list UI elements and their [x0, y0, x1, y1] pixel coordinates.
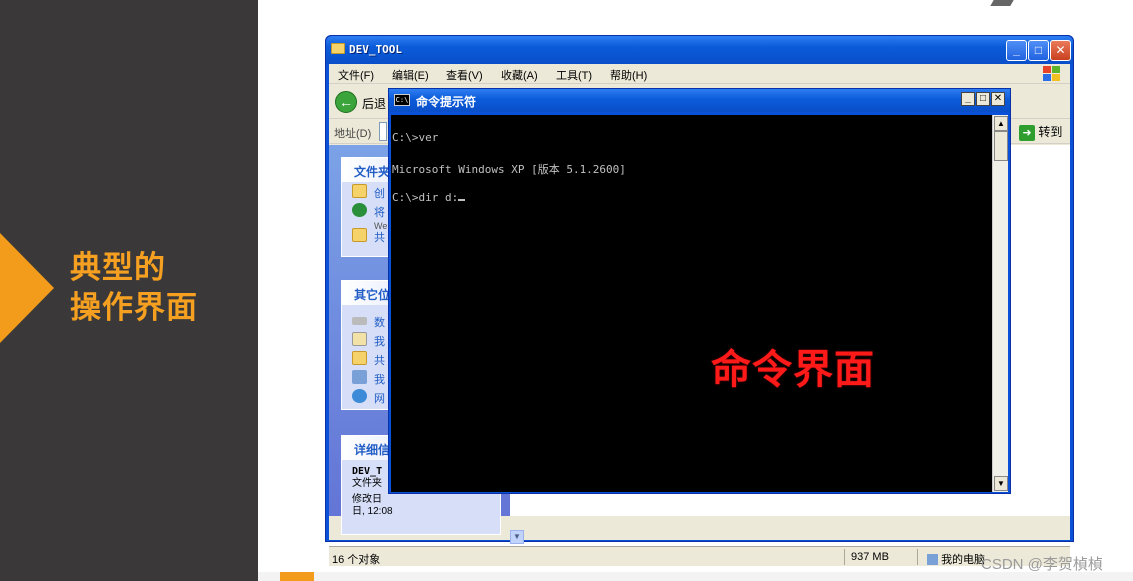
computer-icon — [352, 370, 367, 384]
scroll-down-icon[interactable]: ▼ — [510, 530, 524, 544]
scroll-up-icon[interactable]: ▲ — [994, 116, 1008, 131]
cmd-window: C:\ 命令提示符 _ □ ✕ C:\>ver Microsoft Window… — [388, 88, 1011, 494]
scroll-thumb[interactable] — [994, 131, 1008, 161]
go-button[interactable]: ➜ 转到 — [1019, 123, 1069, 141]
menu-edit[interactable]: 编辑(E) — [392, 67, 429, 83]
cmd-cursor — [458, 199, 466, 201]
globe-icon — [352, 203, 367, 217]
go-arrow-icon: ➜ — [1019, 124, 1035, 141]
share-folder-icon — [352, 228, 367, 242]
menu-tools[interactable]: 工具(T) — [556, 67, 592, 83]
cmd-scrollbar[interactable]: ▲ ▼ — [992, 115, 1008, 492]
scroll-down-icon[interactable]: ▼ — [994, 476, 1008, 491]
my-computer-icon — [927, 554, 938, 565]
back-arrow-icon[interactable]: ← — [335, 91, 357, 113]
address-input[interactable] — [379, 122, 387, 141]
drive-icon — [352, 317, 367, 325]
cmd-icon: C:\ — [394, 94, 410, 106]
menu-view[interactable]: 查看(V) — [446, 67, 483, 83]
shared-folder-icon — [352, 351, 367, 365]
slide-title: 典型的 操作界面 — [70, 248, 198, 328]
status-location: 我的电脑 — [927, 551, 985, 567]
explorer-title-bar[interactable]: DEV_TOOL _ □ ✕ — [326, 36, 1073, 64]
maximize-button[interactable]: □ — [1028, 40, 1049, 61]
logo-fragment — [990, 0, 1130, 10]
bottom-orange-marker — [280, 572, 314, 581]
cmd-title: 命令提示符 — [416, 95, 477, 109]
cmd-maximize-button[interactable]: □ — [976, 92, 990, 106]
cmd-close-button[interactable]: ✕ — [991, 92, 1005, 106]
menu-help[interactable]: 帮助(H) — [610, 67, 647, 83]
minimize-button[interactable]: _ — [1006, 40, 1027, 61]
cmd-prompt-line: C:\>dir d: — [392, 191, 466, 204]
documents-icon — [352, 332, 367, 346]
menu-file[interactable]: 文件(F) — [338, 67, 374, 83]
back-button-label[interactable]: 后退 — [362, 95, 386, 112]
cmd-console[interactable]: C:\>ver Microsoft Windows XP [版本 5.1.260… — [391, 115, 992, 492]
new-folder-icon — [352, 184, 367, 198]
menu-bar: 文件(F) 编辑(E) 查看(V) 收藏(A) 工具(T) 帮助(H) — [329, 64, 1070, 84]
cmd-minimize-button[interactable]: _ — [961, 92, 975, 106]
cmd-title-bar[interactable]: C:\ 命令提示符 _ □ ✕ — [389, 89, 1010, 112]
folder-icon — [331, 43, 345, 54]
slide-title-line2: 操作界面 — [70, 290, 198, 326]
csdn-watermark: CSDN @李贺楨楨 — [981, 556, 1103, 573]
address-label: 地址(D) — [334, 128, 372, 140]
status-size: 937 MB — [851, 551, 889, 563]
menu-favorites[interactable]: 收藏(A) — [501, 67, 538, 83]
explorer-title: DEV_TOOL — [349, 43, 402, 56]
cmd-line: C:\>ver — [392, 131, 439, 144]
close-button[interactable]: ✕ — [1050, 40, 1071, 61]
slide-left-panel: 典型的 操作界面 — [0, 0, 258, 581]
network-icon — [352, 389, 367, 403]
status-bar: 16 个对象 937 MB 我的电脑 — [329, 546, 1070, 566]
details-date: 日, 12:08 — [352, 506, 393, 517]
cmd-line: Microsoft Windows XP [版本 5.1.2600] — [392, 163, 626, 176]
windows-flag-icon — [1042, 65, 1060, 82]
cmd-overlay-label: 命令界面 — [711, 347, 875, 393]
details-modified: 修改日 — [352, 494, 382, 505]
go-label: 转到 — [1038, 125, 1063, 139]
slide-title-line1: 典型的 — [70, 250, 166, 286]
status-objects: 16 个对象 — [332, 554, 381, 566]
orange-arrow-icon — [0, 233, 54, 343]
